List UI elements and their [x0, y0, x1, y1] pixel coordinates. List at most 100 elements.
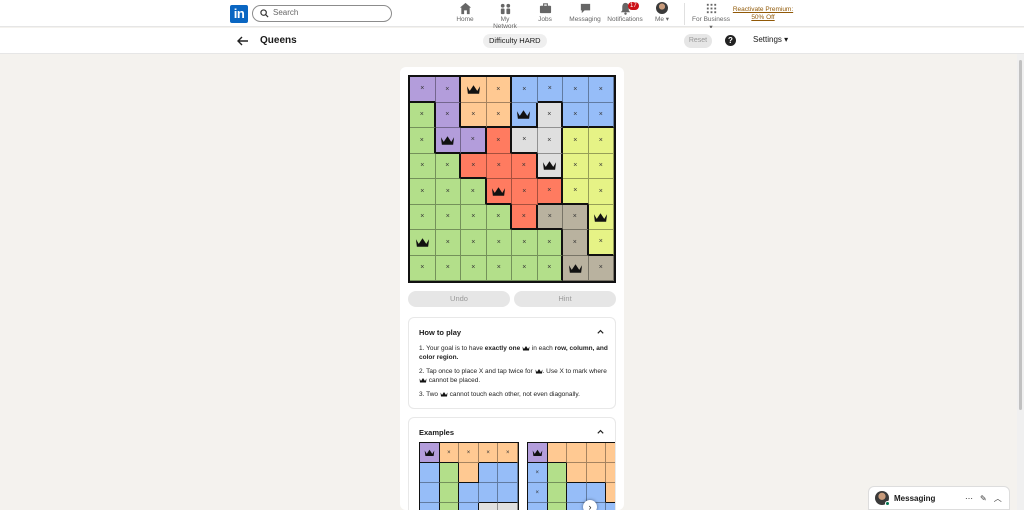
reset-button[interactable]: Reset — [684, 34, 712, 48]
board-cell[interactable] — [439, 503, 460, 510]
board-cell[interactable]: × — [512, 128, 538, 154]
board-cell[interactable]: × — [563, 204, 589, 230]
board-cell[interactable]: × — [435, 204, 461, 230]
board-cell[interactable]: × — [537, 128, 563, 154]
chevron-up-icon[interactable] — [596, 327, 605, 336]
reactivate-premium-link[interactable]: Reactivate Premium: 50% Off — [731, 6, 795, 22]
board-cell[interactable] — [459, 463, 479, 483]
board-cell[interactable]: × — [435, 77, 461, 103]
messaging-dock[interactable]: Messaging ⋯ ✎ ︿ — [868, 486, 1010, 510]
search-box[interactable]: Search — [252, 5, 392, 22]
board-cell[interactable] — [478, 463, 499, 483]
board-cell[interactable]: × — [439, 443, 460, 463]
board-cell[interactable]: × — [512, 77, 538, 103]
board-cell[interactable]: × — [537, 204, 563, 230]
board-cell[interactable]: × — [528, 463, 548, 483]
board-cell[interactable]: × — [486, 153, 512, 179]
board-cell[interactable]: × — [435, 230, 461, 256]
board-cell[interactable] — [435, 128, 461, 154]
board-cell[interactable]: × — [461, 179, 487, 205]
board-cell[interactable] — [547, 463, 568, 483]
more-icon[interactable]: ⋯ — [965, 494, 973, 503]
board-cell[interactable]: × — [512, 255, 538, 281]
board-cell[interactable]: × — [537, 77, 563, 103]
board-cell[interactable] — [420, 503, 440, 510]
board-cell[interactable]: × — [563, 153, 589, 179]
board-cell[interactable]: × — [486, 128, 512, 154]
board-cell[interactable] — [498, 483, 518, 503]
board-cell[interactable]: × — [512, 230, 538, 256]
board-cell[interactable]: × — [486, 204, 512, 230]
board-cell[interactable]: × — [410, 204, 436, 230]
chevron-up-icon[interactable] — [596, 427, 605, 436]
board-cell[interactable] — [606, 463, 615, 483]
board-cell[interactable] — [420, 443, 440, 463]
board-cell[interactable] — [606, 503, 615, 510]
nav-messaging[interactable]: Messaging — [569, 2, 601, 23]
nav-jobs[interactable]: Jobs — [536, 2, 554, 23]
board-cell[interactable]: × — [461, 255, 487, 281]
board-cell[interactable]: × — [410, 153, 436, 179]
nav-home[interactable]: Home — [455, 2, 475, 23]
board-cell[interactable] — [439, 483, 460, 503]
board-cell[interactable]: × — [563, 179, 589, 205]
board-cell[interactable]: × — [588, 77, 614, 103]
board-cell[interactable]: × — [461, 230, 487, 256]
board-cell[interactable]: × — [410, 128, 436, 154]
board-cell[interactable] — [606, 483, 615, 503]
board-cell[interactable] — [586, 443, 607, 463]
board-cell[interactable]: × — [563, 128, 589, 154]
nav-me[interactable]: Me ▾ — [653, 2, 671, 23]
board-cell[interactable] — [459, 483, 479, 503]
nav-my-network[interactable]: My Network — [488, 2, 522, 30]
board-cell[interactable] — [563, 255, 589, 281]
chevron-up-icon[interactable]: ︿ — [994, 494, 1002, 503]
board-cell[interactable] — [606, 443, 615, 463]
board-cell[interactable] — [567, 443, 587, 463]
board-cell[interactable] — [547, 443, 568, 463]
board-cell[interactable]: × — [588, 255, 614, 281]
board-cell[interactable] — [567, 463, 587, 483]
board-cell[interactable] — [512, 102, 538, 128]
board-cell[interactable]: × — [410, 179, 436, 205]
scrollbar-thumb[interactable] — [1019, 60, 1022, 410]
board-cell[interactable]: × — [588, 128, 614, 154]
board-cell[interactable] — [567, 483, 587, 503]
board-cell[interactable]: × — [528, 503, 548, 510]
board-cell[interactable]: × — [588, 102, 614, 128]
board-cell[interactable] — [547, 483, 568, 503]
board-cell[interactable] — [528, 443, 548, 463]
board-cell[interactable]: × — [588, 153, 614, 179]
board-cell[interactable]: × — [512, 204, 538, 230]
board-cell[interactable]: × — [537, 230, 563, 256]
board-cell[interactable]: × — [461, 153, 487, 179]
linkedin-logo[interactable]: in — [230, 5, 248, 23]
board-cell[interactable]: × — [588, 179, 614, 205]
board-cell[interactable] — [498, 503, 518, 510]
board-cell[interactable]: × — [435, 255, 461, 281]
board-cell[interactable]: × — [461, 102, 487, 128]
board-cell[interactable] — [420, 483, 440, 503]
help-icon[interactable]: ? — [725, 35, 736, 46]
board-cell[interactable] — [410, 230, 436, 256]
board-cell[interactable] — [478, 503, 499, 510]
board-cell[interactable]: × — [435, 102, 461, 128]
board-cell[interactable]: × — [512, 179, 538, 205]
undo-button[interactable]: Undo — [408, 291, 510, 307]
board-cell[interactable]: × — [486, 255, 512, 281]
board-cell[interactable]: × — [512, 153, 538, 179]
board-cell[interactable] — [478, 483, 499, 503]
board-cell[interactable]: × — [563, 77, 589, 103]
board-cell[interactable] — [439, 463, 460, 483]
board-cell[interactable]: × — [537, 179, 563, 205]
board-cell[interactable] — [459, 503, 479, 510]
compose-icon[interactable]: ✎ — [980, 494, 987, 503]
board-cell[interactable]: × — [410, 102, 436, 128]
board-cell[interactable]: × — [498, 443, 518, 463]
nav-for-business[interactable]: For Business ▾ — [690, 2, 732, 31]
board-cell[interactable]: × — [537, 102, 563, 128]
board-cell[interactable]: × — [486, 102, 512, 128]
board-cell[interactable] — [498, 463, 518, 483]
board-cell[interactable]: × — [563, 102, 589, 128]
board-cell[interactable]: × — [486, 230, 512, 256]
